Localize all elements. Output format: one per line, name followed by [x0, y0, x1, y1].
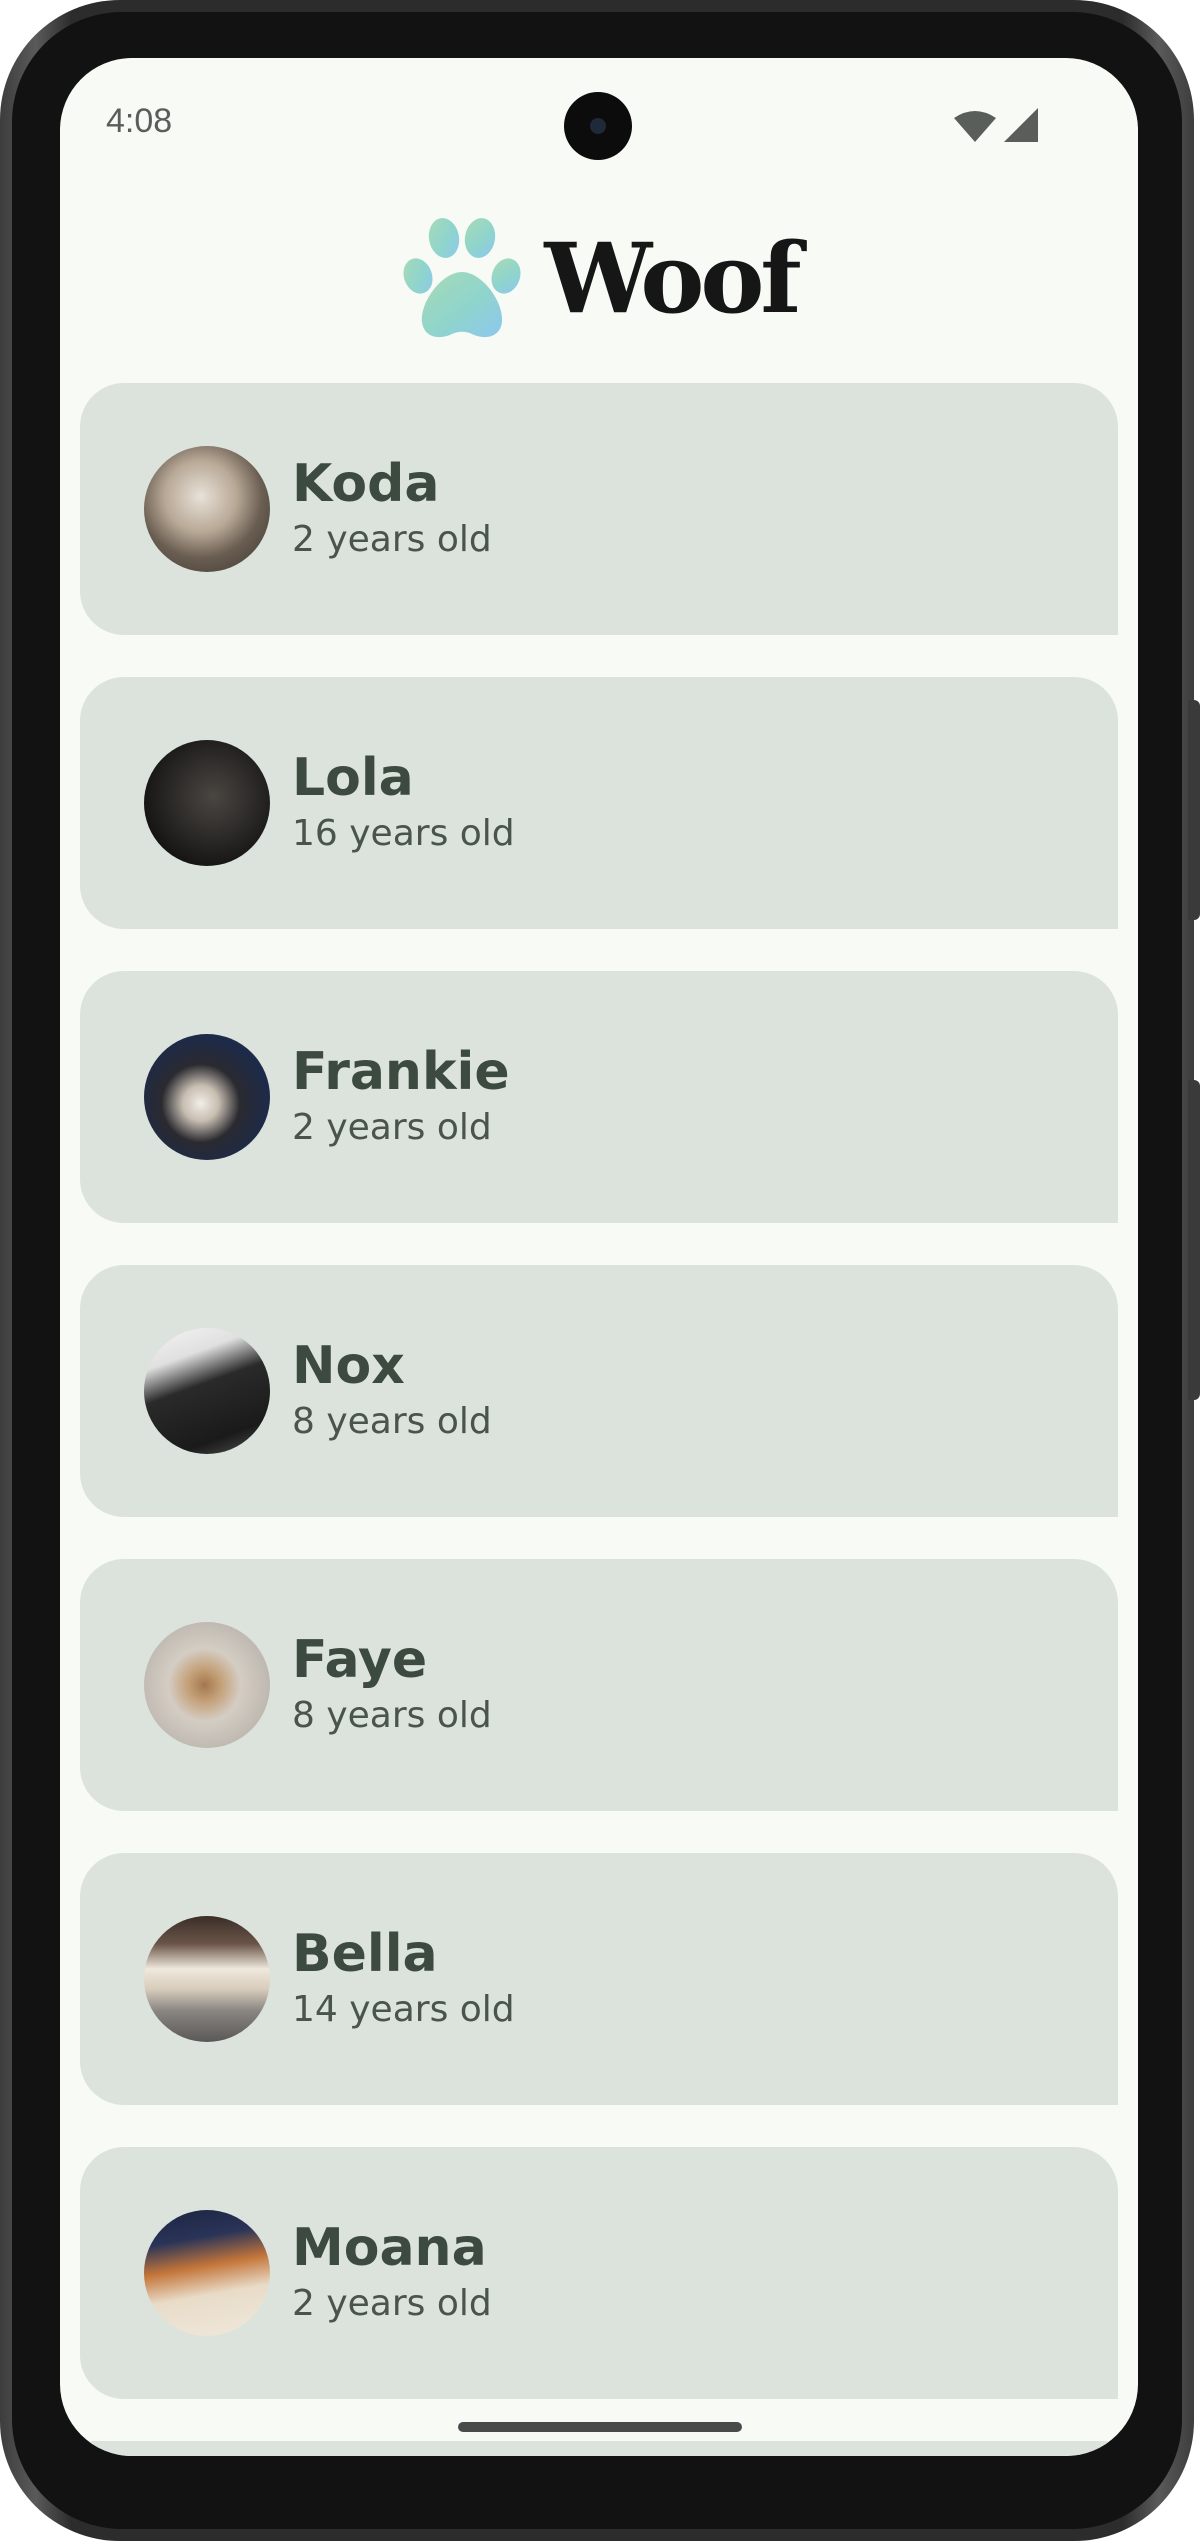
- dog-name: Lola: [292, 748, 414, 808]
- dog-name: Moana: [292, 2218, 487, 2278]
- paw-icon: [403, 218, 521, 338]
- dog-name: Faye: [292, 1630, 428, 1690]
- dog-card[interactable]: Lola 16 years old: [80, 677, 1118, 929]
- status-time: 4:08: [106, 102, 173, 140]
- dog-photo: [144, 1034, 270, 1160]
- dog-age: 2 years old: [292, 519, 492, 560]
- dog-age: 2 years old: [292, 1107, 492, 1148]
- dog-card[interactable]: Koda 2 years old: [80, 383, 1118, 635]
- dog-info: Moana 2 years old: [292, 2218, 492, 2328]
- dog-list[interactable]: Koda 2 years old Lola 16 years old Frank…: [80, 383, 1118, 2456]
- signal-icon: [1004, 108, 1038, 142]
- phone-frame: 4:08 Woof Koda 2 years old Lola 16 years…: [0, 0, 1200, 2541]
- dog-card[interactable]: Frankie 2 years old: [80, 971, 1118, 1223]
- dog-name: Nox: [292, 1336, 405, 1396]
- app-screen: 4:08 Woof Koda 2 years old Lola 16 years…: [60, 58, 1138, 2456]
- home-indicator[interactable]: [458, 2422, 742, 2432]
- dog-age: 14 years old: [292, 1989, 515, 2030]
- dog-info: Koda 2 years old: [292, 454, 492, 564]
- app-title: Woof: [544, 221, 801, 335]
- dog-age: 8 years old: [292, 1695, 492, 1736]
- dog-info: Lola 16 years old: [292, 748, 515, 858]
- dog-info: Faye 8 years old: [292, 1630, 492, 1740]
- dog-age: 8 years old: [292, 1401, 492, 1442]
- dog-name: Bella: [292, 1924, 438, 1984]
- dog-card[interactable]: Nox 8 years old: [80, 1265, 1118, 1517]
- dog-card-partial[interactable]: [80, 2441, 1118, 2456]
- dog-card[interactable]: Faye 8 years old: [80, 1559, 1118, 1811]
- dog-photo: [144, 1328, 270, 1454]
- dog-photo: [144, 446, 270, 572]
- dog-name: Koda: [292, 454, 440, 514]
- dog-age: 2 years old: [292, 2283, 492, 2324]
- dog-photo: [144, 1916, 270, 2042]
- wifi-icon: [954, 111, 996, 142]
- dog-card[interactable]: Moana 2 years old: [80, 2147, 1118, 2399]
- dog-photo: [144, 1622, 270, 1748]
- status-icons: [954, 108, 1038, 142]
- power-button: [1188, 700, 1200, 920]
- dog-info: Frankie 2 years old: [292, 1042, 510, 1152]
- dog-photo: [144, 2210, 270, 2336]
- dog-info: Nox 8 years old: [292, 1336, 492, 1446]
- dog-age: 16 years old: [292, 813, 515, 854]
- dog-card[interactable]: Bella 14 years old: [80, 1853, 1118, 2105]
- dog-info: Bella 14 years old: [292, 1924, 515, 2034]
- volume-button: [1188, 1080, 1200, 1400]
- front-camera: [564, 92, 632, 160]
- dog-name: Frankie: [292, 1042, 510, 1102]
- dog-photo: [144, 740, 270, 866]
- app-bar: Woof: [60, 208, 1138, 348]
